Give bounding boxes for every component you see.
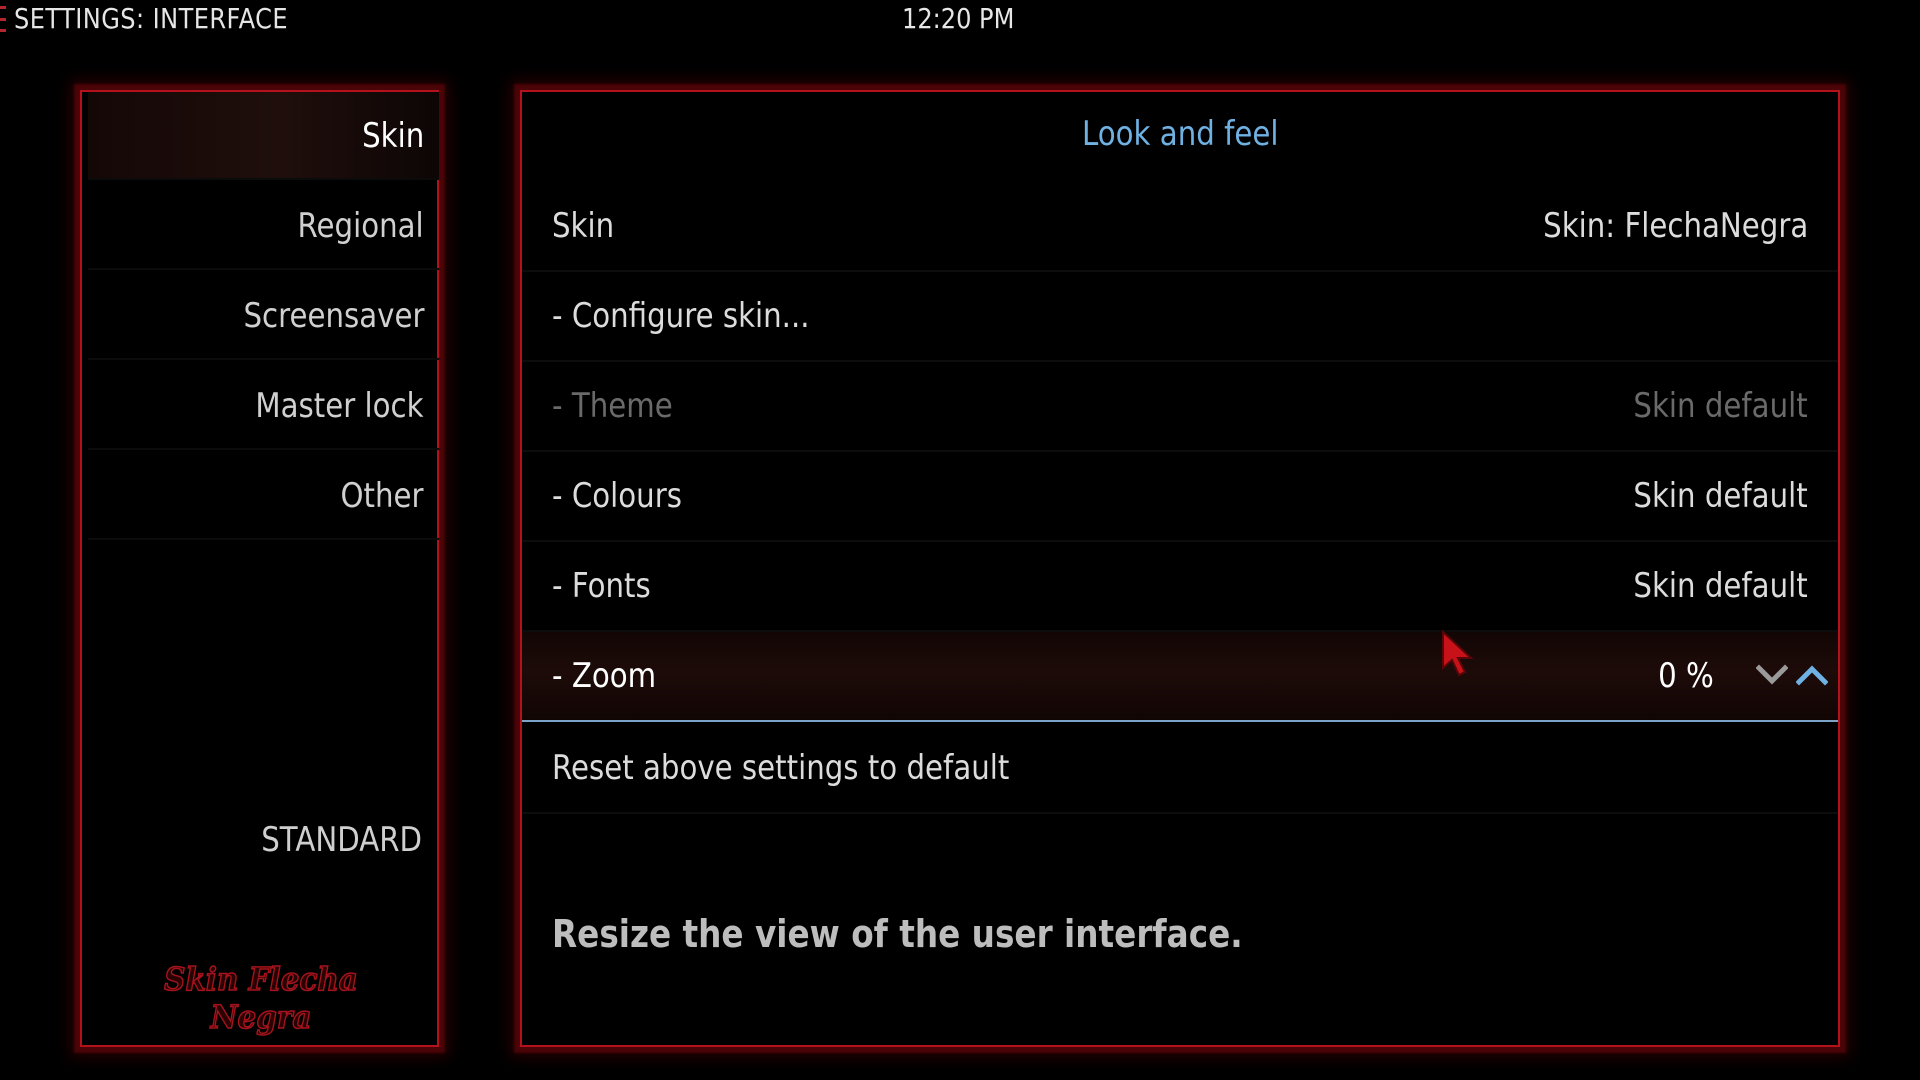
sidebar-item-screensaver[interactable]: Screensaver [88, 272, 439, 360]
setting-skin[interactable]: Skin Skin: FlechaNegra [522, 182, 1838, 272]
settings-panel: Look and feel Skin Skin: FlechaNegra - C… [520, 90, 1840, 1047]
setting-value: Skin: FlechaNegra [1542, 206, 1808, 246]
setting-label: - Theme [552, 386, 673, 426]
setting-label: Skin [552, 206, 615, 246]
sidebar-item-other[interactable]: Other [88, 452, 439, 540]
sidebar-item-label: Regional [297, 206, 424, 246]
setting-label: - Configure skin... [552, 296, 810, 336]
setting-description: Resize the view of the user interface. [552, 912, 1243, 956]
category-sidebar: Skin Regional Screensaver Master lock Ot… [80, 90, 439, 1047]
setting-zoom[interactable]: - Zoom 0 % [522, 632, 1838, 722]
setting-value: Skin default [1633, 566, 1808, 606]
setting-label: - Fonts [552, 566, 651, 606]
sidebar-item-label: Screensaver [242, 296, 424, 336]
setting-configure-skin[interactable]: - Configure skin... [522, 272, 1838, 362]
mouse-pointer-icon [1442, 630, 1474, 677]
section-title: Look and feel [522, 114, 1838, 154]
settings-level-button[interactable]: STANDARD [261, 820, 422, 860]
sidebar-item-master-lock[interactable]: Master lock [88, 362, 439, 450]
setting-reset-defaults[interactable]: Reset above settings to default [522, 724, 1838, 814]
setting-label: - Colours [552, 476, 682, 516]
setting-value: 0 % [1658, 656, 1714, 696]
sidebar-item-label: Other [340, 476, 424, 516]
settings-screen: SETTINGS: INTERFACE 12:20 PM Skin Region… [0, 0, 1920, 1080]
section-title-text: Look and feel [1081, 114, 1279, 154]
setting-colours[interactable]: - Colours Skin default [522, 452, 1838, 542]
setting-theme: - Theme Skin default [522, 362, 1838, 452]
sidebar-item-skin[interactable]: Skin [88, 92, 439, 180]
chevron-up-icon[interactable] [1796, 662, 1828, 688]
clock: 12:20 PM [902, 2, 1015, 35]
menu-grip-icon[interactable] [0, 6, 6, 32]
sidebar-item-regional[interactable]: Regional [88, 182, 439, 270]
setting-value: Skin default [1633, 386, 1808, 426]
chevron-down-icon[interactable] [1756, 662, 1788, 688]
sidebar-item-label: Skin [361, 116, 424, 156]
sidebar-item-label: Master lock [255, 386, 424, 426]
setting-fonts[interactable]: - Fonts Skin default [522, 542, 1838, 632]
page-title: SETTINGS: INTERFACE [14, 2, 288, 35]
setting-label: Reset above settings to default [552, 748, 1010, 788]
skin-logo: Skin Flecha Negra [163, 959, 358, 1037]
setting-value: Skin default [1633, 476, 1808, 516]
setting-label: - Zoom [552, 656, 657, 696]
